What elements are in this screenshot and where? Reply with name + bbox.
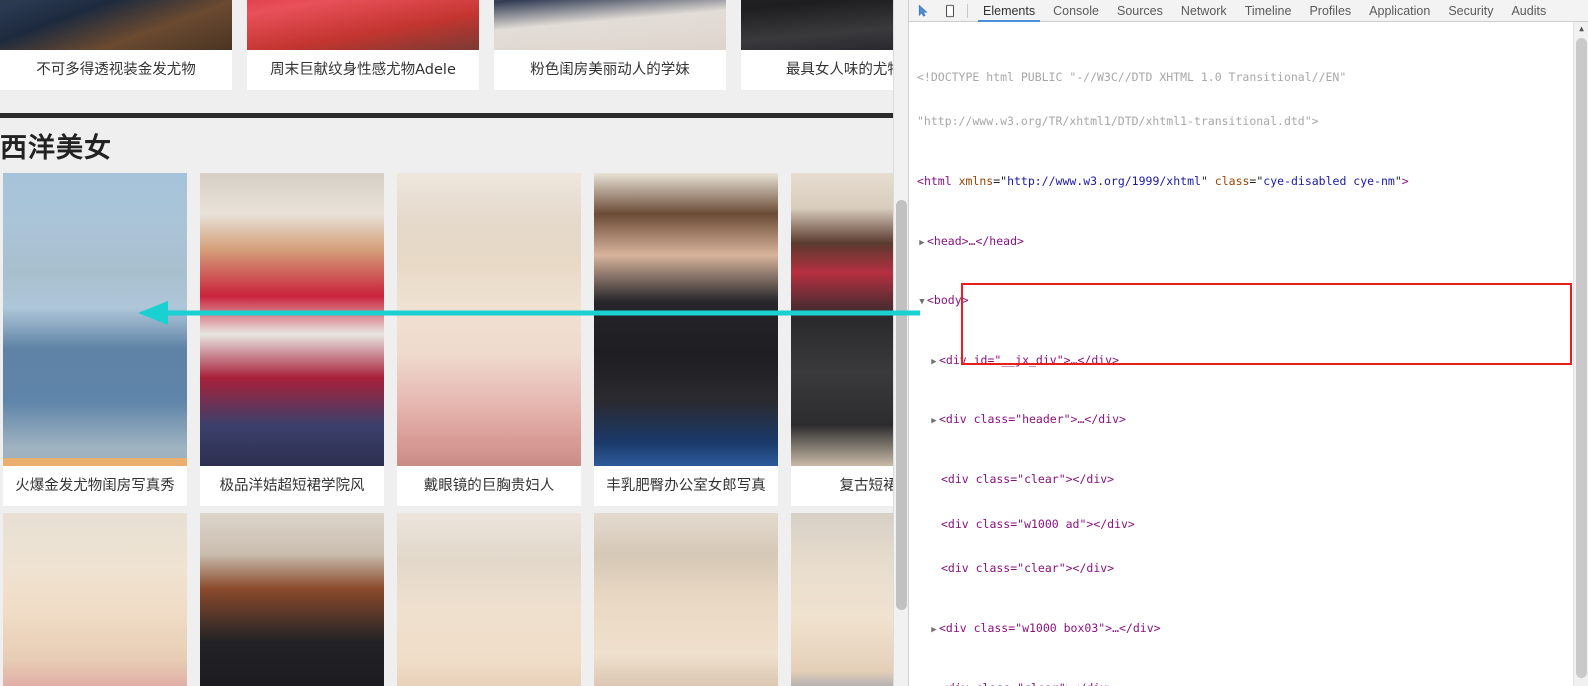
expand-triangle-icon[interactable] (929, 355, 939, 370)
dom-line-jx-div[interactable]: <div id="__jx_div">…</div> (909, 353, 1574, 368)
dom-line-clear-1[interactable]: <div class="clear"></div> (909, 472, 1574, 487)
expand-triangle-icon[interactable] (929, 623, 939, 638)
top-card-4[interactable]: 最具女人味的尤物Lau (741, 0, 908, 90)
gallery-card-6[interactable] (3, 513, 187, 686)
page-scrollbar-thumb[interactable] (896, 200, 907, 610)
card-caption[interactable]: 火爆金发尤物闺房写真秀 (3, 466, 187, 506)
thumbnail-image[interactable] (200, 173, 384, 466)
card-caption[interactable]: 粉色闺房美丽动人的学妹 (494, 50, 726, 90)
gallery-card-selected[interactable]: 火爆金发尤物闺房写真秀 (3, 173, 187, 506)
thumbnail-image[interactable] (594, 173, 778, 466)
dom-line-box03-collapsed[interactable]: <div class="w1000 box03">…</div> (909, 621, 1574, 636)
devtools-scrollbar-thumb[interactable] (1576, 38, 1587, 678)
thumbnail-image[interactable] (494, 0, 726, 50)
top-card-2[interactable]: 周末巨献纹身性感尤物Adele (247, 0, 479, 90)
devtools-panel: Elements Console Sources Network Timelin… (908, 0, 1588, 686)
tab-network[interactable]: Network (1172, 0, 1236, 22)
thumbnail-image[interactable] (0, 0, 232, 50)
dom-line-head[interactable]: <head>…</head> (909, 234, 1574, 249)
tab-timeline[interactable]: Timeline (1236, 0, 1301, 22)
dom-line-doctype-1: <!DOCTYPE html PUBLIC "-//W3C//DTD XHTML… (917, 69, 1347, 84)
card-caption[interactable]: 极品洋姞超短裙学院风 (200, 466, 384, 506)
dom-line-header-div[interactable]: <div class="header">…</div> (909, 412, 1574, 427)
thumbnail-image[interactable] (791, 513, 908, 686)
devtools-toolbar: Elements Console Sources Network Timelin… (909, 0, 1588, 22)
tab-console[interactable]: Console (1044, 0, 1108, 22)
dom-line-ad-1[interactable]: <div class="w1000 ad"></div> (909, 517, 1574, 532)
inspect-element-icon[interactable] (913, 1, 935, 21)
page-title: 西洋美女 (0, 133, 112, 164)
thumbnail-image[interactable] (3, 513, 187, 686)
gallery-row-2 (3, 513, 908, 686)
gallery-card-2[interactable]: 极品洋姞超短裙学院风 (200, 173, 384, 506)
gallery-card-5[interactable]: 复古短裙吊带 (791, 173, 908, 506)
card-caption[interactable]: 戴眼镜的巨胸贵妇人 (397, 466, 581, 506)
card-caption[interactable]: 周末巨献纹身性感尤物Adele (247, 50, 479, 90)
thumbnail-image[interactable] (397, 173, 581, 466)
tab-security[interactable]: Security (1439, 0, 1502, 22)
tab-profiles[interactable]: Profiles (1300, 0, 1360, 22)
tab-elements[interactable]: Elements (974, 0, 1044, 22)
thumbnail-image[interactable] (200, 513, 384, 686)
dom-line-body[interactable]: <body> (909, 293, 1574, 308)
toolbar-divider (967, 3, 968, 18)
gallery-card-4[interactable]: 丰乳肥臀办公室女郎写真 (594, 173, 778, 506)
dom-line-doctype-2: "http://www.w3.org/TR/xhtml1/DTD/xhtml1-… (917, 114, 1319, 129)
gallery-card-3[interactable]: 戴眼镜的巨胸贵妇人 (397, 173, 581, 506)
dom-tree[interactable]: <!DOCTYPE html PUBLIC "-//W3C//DTD XHTML… (909, 22, 1574, 686)
scroll-up-arrow-icon[interactable]: ▲ (1574, 22, 1588, 35)
page-scrollbar[interactable] (893, 0, 908, 686)
gallery-card-10[interactable] (791, 513, 908, 686)
device-toolbar-icon[interactable] (939, 1, 961, 21)
card-caption[interactable]: 丰乳肥臀办公室女郎写真 (594, 466, 778, 506)
top-card-1[interactable]: 不可多得透视装金发尤物 (0, 0, 232, 90)
thumbnail-image[interactable] (594, 513, 778, 686)
dom-line-clear-2[interactable]: <div class="clear"></div> (909, 561, 1574, 576)
thumbnail-image[interactable] (397, 513, 581, 686)
tab-sources[interactable]: Sources (1108, 0, 1172, 22)
top-card-3[interactable]: 粉色闺房美丽动人的学妹 (494, 0, 726, 90)
gallery-card-9[interactable] (594, 513, 778, 686)
thumbnail-image[interactable] (247, 0, 479, 50)
expand-triangle-icon[interactable] (917, 236, 927, 251)
devtools-padding-highlight (3, 458, 187, 466)
thumbnail-image[interactable] (3, 173, 187, 466)
expand-triangle-icon[interactable] (929, 414, 939, 429)
devtools-tab-bar: Elements Console Sources Network Timelin… (974, 0, 1555, 22)
collapse-triangle-icon[interactable] (917, 295, 927, 310)
gallery-card-7[interactable] (200, 513, 384, 686)
section-divider (0, 113, 893, 118)
dom-line-clear-3[interactable]: <div class="clear"></div> (909, 681, 1574, 686)
devtools-scrollbar[interactable]: ▲ (1573, 22, 1588, 686)
thumbnail-image[interactable] (791, 173, 908, 466)
gallery-card-8[interactable] (397, 513, 581, 686)
webpage-viewport: 不可多得透视装金发尤物 周末巨献纹身性感尤物Adele 粉色闺房美丽动人的学妹 (0, 0, 908, 686)
tab-audits[interactable]: Audits (1502, 0, 1555, 22)
thumbnail-image[interactable] (741, 0, 908, 50)
card-caption[interactable]: 最具女人味的尤物Lau (741, 50, 908, 90)
top-card-row: 不可多得透视装金发尤物 周末巨献纹身性感尤物Adele 粉色闺房美丽动人的学妹 (0, 0, 908, 90)
dom-line-html[interactable]: <html xmlns="http://www.w3.org/1999/xhtm… (909, 174, 1574, 189)
card-caption[interactable]: 复古短裙吊带 (791, 466, 909, 506)
screenshot-root: 不可多得透视装金发尤物 周末巨献纹身性感尤物Adele 粉色闺房美丽动人的学妹 (0, 0, 1588, 686)
gallery-row-1: 火爆金发尤物闺房写真秀 极品洋姞超短裙学院风 戴眼镜的巨胸贵妇人 丰乳肥臀办公室… (3, 173, 908, 506)
tab-application[interactable]: Application (1360, 0, 1439, 22)
card-caption[interactable]: 不可多得透视装金发尤物 (0, 50, 232, 90)
